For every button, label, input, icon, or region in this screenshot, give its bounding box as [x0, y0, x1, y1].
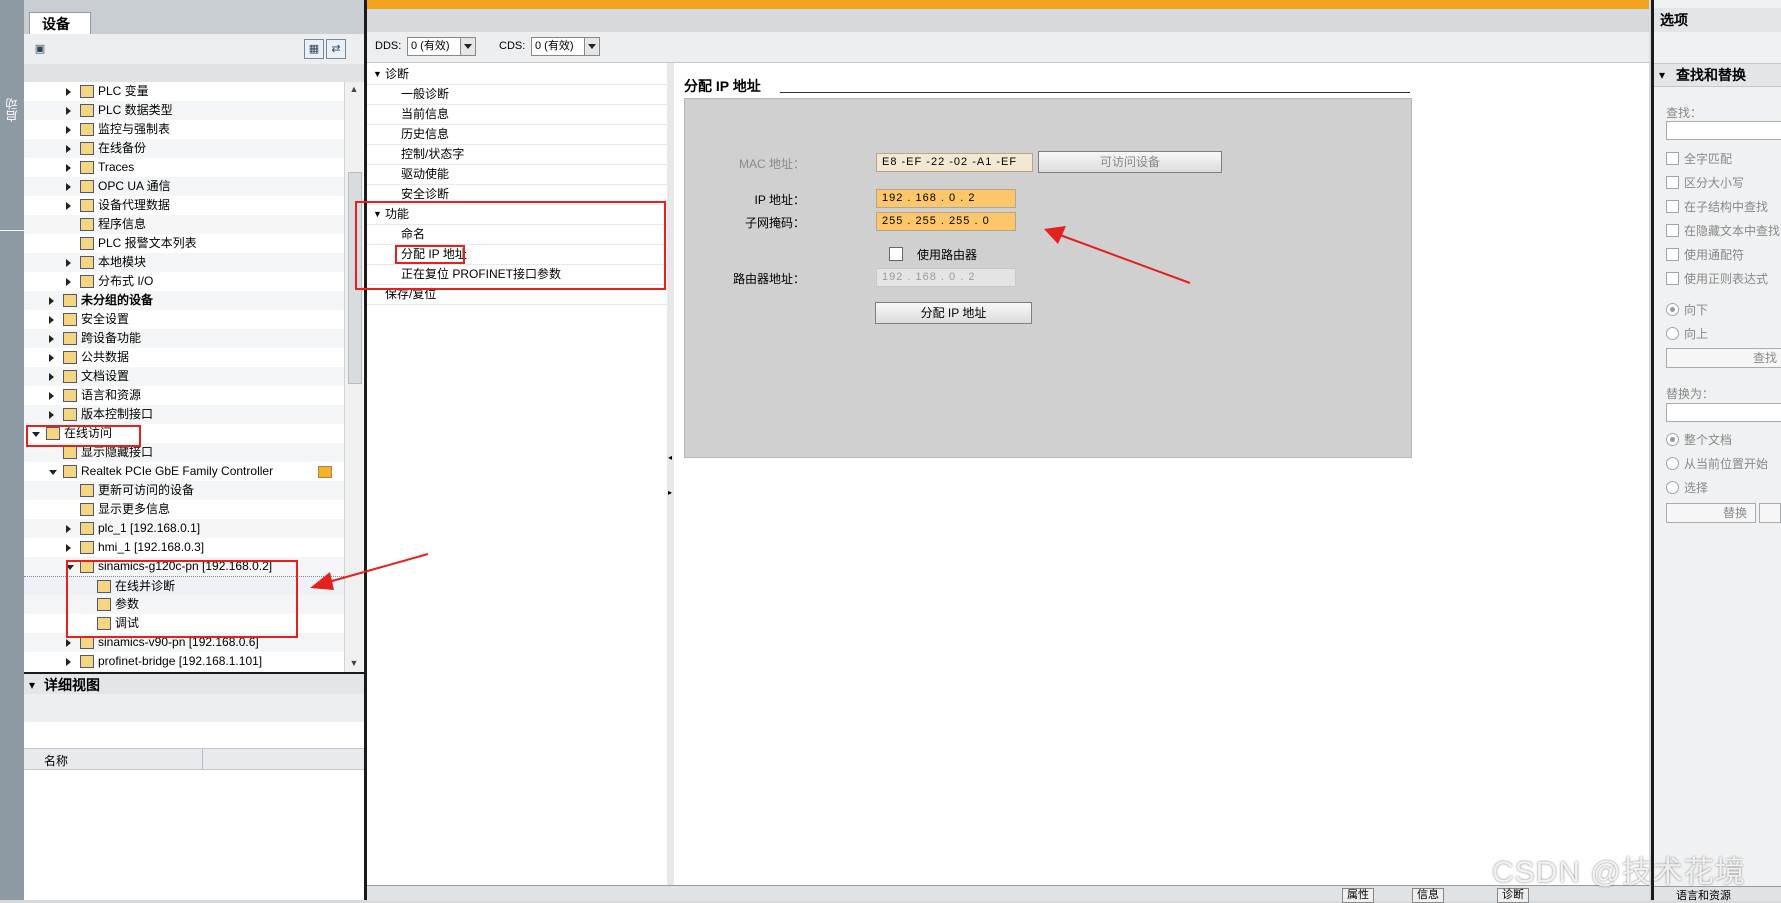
- annotation-arrows: [310, 226, 1191, 590]
- annotation-arrow-tree: [324, 553, 429, 584]
- watermark: CSDN @技术花境: [1492, 856, 1746, 889]
- annotation-arrow-form: [1059, 234, 1191, 284]
- annotation-arrowhead-tree: [310, 572, 334, 590]
